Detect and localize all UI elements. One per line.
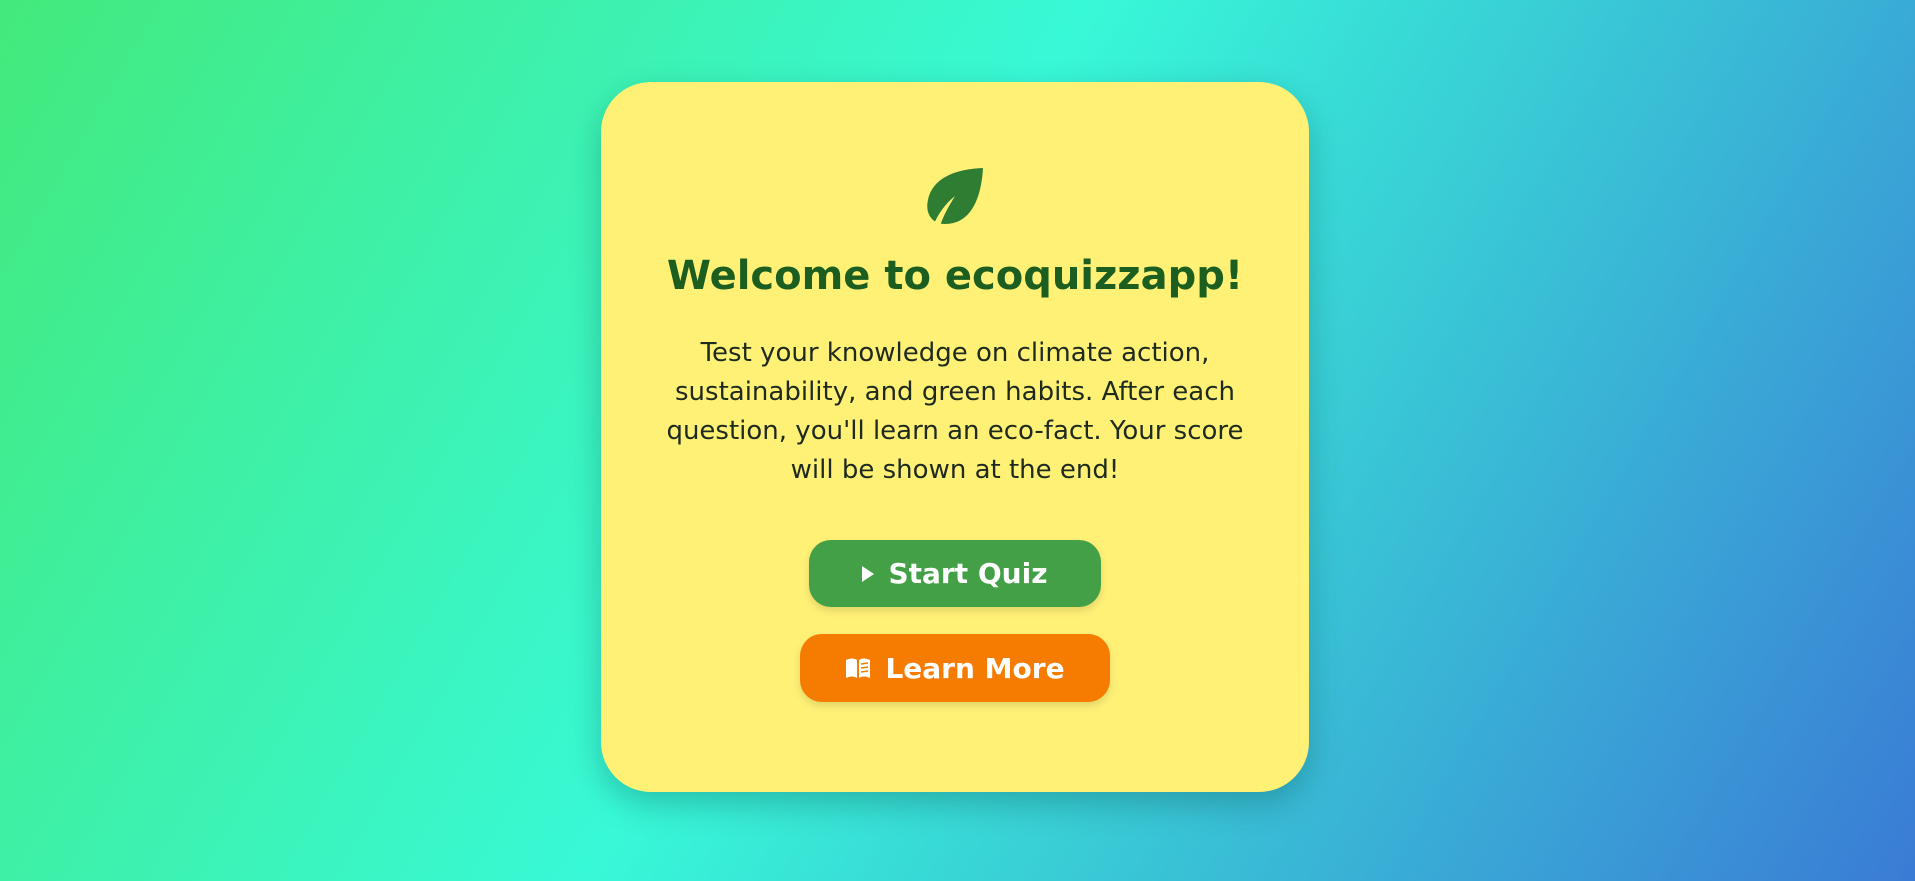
learn-more-button[interactable]: Learn More (800, 634, 1110, 702)
intro-text: Test your knowledge on climate action, s… (666, 338, 1244, 485)
leaf-icon (927, 168, 983, 226)
learn-more-label: Learn More (885, 651, 1065, 685)
welcome-card: Welcome to ecoquizzapp! Test your knowle… (601, 82, 1309, 792)
start-quiz-button[interactable]: Start Quiz (809, 540, 1101, 607)
page-title: Welcome to ecoquizzapp! (666, 253, 1244, 299)
start-quiz-label: Start Quiz (888, 557, 1048, 590)
play-icon (862, 565, 875, 582)
book-icon (846, 658, 871, 678)
